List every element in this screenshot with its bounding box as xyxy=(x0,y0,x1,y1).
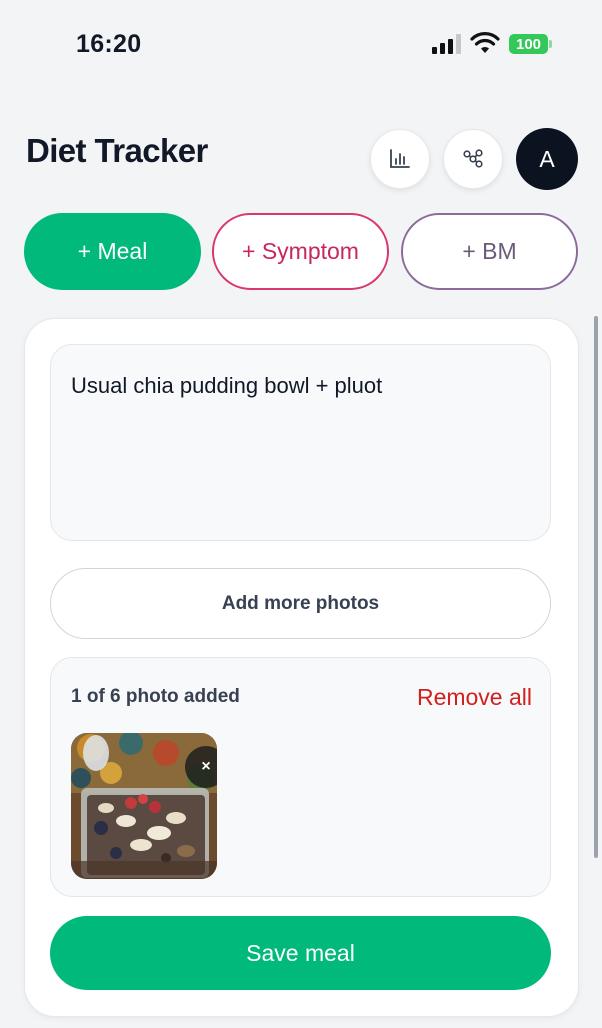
status-bar: 16:20 100 xyxy=(0,0,602,90)
tab-bm[interactable]: + BM xyxy=(401,213,578,290)
status-time: 16:20 xyxy=(76,30,142,58)
scrollbar[interactable] xyxy=(594,316,598,858)
tab-symptom[interactable]: + Symptom xyxy=(212,213,389,290)
photo-thumbnail[interactable]: × xyxy=(71,733,217,879)
photo-count-text: 1 of 6 photo added xyxy=(71,686,240,707)
wifi-icon xyxy=(470,32,500,53)
meal-description-input[interactable]: Usual chia pudding bowl + pluot xyxy=(50,344,551,541)
app-title: Diet Tracker xyxy=(26,132,208,169)
share-button[interactable] xyxy=(443,129,503,189)
cellular-signal-icon xyxy=(432,34,461,54)
share-nodes-icon xyxy=(463,149,483,168)
close-icon: × xyxy=(201,758,211,775)
stats-button[interactable] xyxy=(370,129,430,189)
avatar[interactable]: A xyxy=(516,128,578,190)
bar-chart-icon xyxy=(390,149,410,168)
battery-level: 100 xyxy=(509,34,548,54)
battery-icon: 100 xyxy=(509,34,553,54)
save-meal-button[interactable]: Save meal xyxy=(50,916,551,990)
add-photos-button[interactable]: Add more photos xyxy=(50,568,551,639)
photos-panel: 1 of 6 photo added Remove all × xyxy=(50,657,551,897)
tab-meal[interactable]: + Meal xyxy=(24,213,201,290)
remove-all-button[interactable]: Remove all xyxy=(417,684,532,711)
